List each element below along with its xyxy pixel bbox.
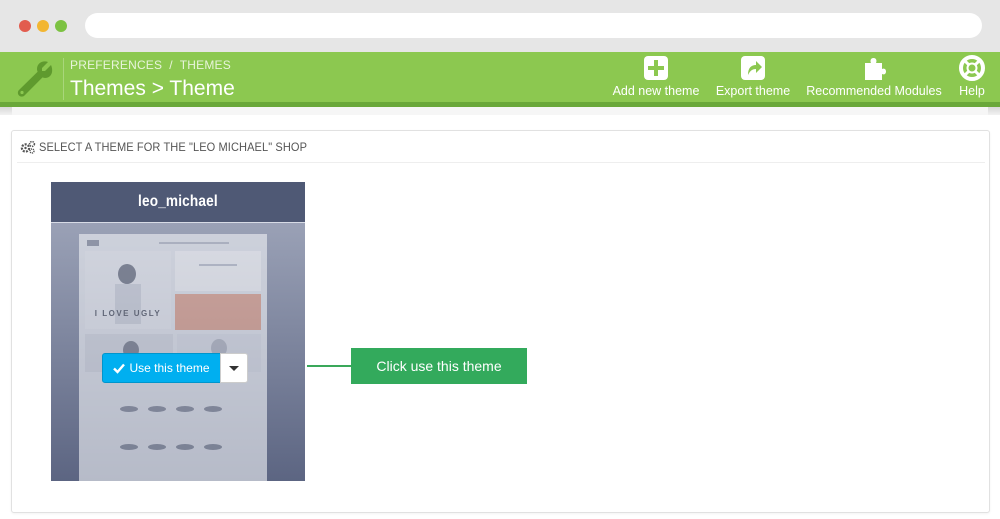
theme-options-dropdown-button[interactable] [220, 353, 248, 383]
recommended-modules-button[interactable]: Recommended Modules [803, 55, 945, 101]
page-title: Themes > Theme [70, 77, 235, 100]
header-divider [63, 58, 64, 100]
panel-heading-text: SELECT A THEME FOR THE "LEO MICHAEL" SHO… [39, 140, 308, 154]
breadcrumb-separator: / [169, 58, 173, 72]
instruction-callout: Click use this theme [351, 348, 527, 384]
close-window-button[interactable] [19, 20, 31, 32]
breadcrumb-preferences[interactable]: PREFERENCES [70, 58, 162, 72]
add-new-theme-button[interactable]: Add new theme [610, 55, 702, 101]
theme-card-body: I LOVE UGLY [51, 223, 305, 481]
add-new-theme-label: Add new theme [612, 84, 700, 98]
theme-card-header: leo_michael [51, 182, 305, 223]
wrench-icon [17, 61, 53, 97]
check-icon [113, 363, 126, 374]
export-theme-label: Export theme [715, 84, 791, 98]
breadcrumb-themes[interactable]: THEMES [180, 58, 231, 72]
export-theme-button[interactable]: Export theme [713, 55, 793, 101]
callout-connector [307, 365, 352, 367]
use-this-theme-label: Use this theme [129, 361, 210, 375]
header-shadow [0, 107, 1000, 115]
maximize-window-button[interactable] [55, 20, 67, 32]
use-this-theme-button[interactable]: Use this theme [102, 353, 221, 383]
share-square-icon [741, 56, 765, 80]
plus-square-icon [644, 56, 668, 80]
puzzle-icon [865, 58, 886, 80]
minimize-window-button[interactable] [37, 20, 49, 32]
callout-text: Click use this theme [376, 358, 502, 374]
help-button[interactable]: Help [954, 55, 990, 101]
panel-heading: SELECT A THEME FOR THE "LEO MICHAEL" SHO… [17, 132, 985, 163]
theme-name: leo_michael [138, 193, 218, 210]
lifebuoy-icon [959, 55, 985, 81]
gears-icon [20, 140, 36, 154]
recommended-modules-label: Recommended Modules [806, 84, 942, 98]
browser-toolbar [0, 0, 1000, 52]
theme-card: leo_michael I LOVE UGLY [51, 182, 305, 481]
address-bar[interactable] [85, 13, 982, 38]
caret-down-icon [229, 365, 239, 371]
theme-preview-caption: I LOVE UGLY [95, 309, 161, 318]
help-label: Help [959, 84, 985, 98]
breadcrumb: PREFERENCES / THEMES [70, 58, 231, 72]
